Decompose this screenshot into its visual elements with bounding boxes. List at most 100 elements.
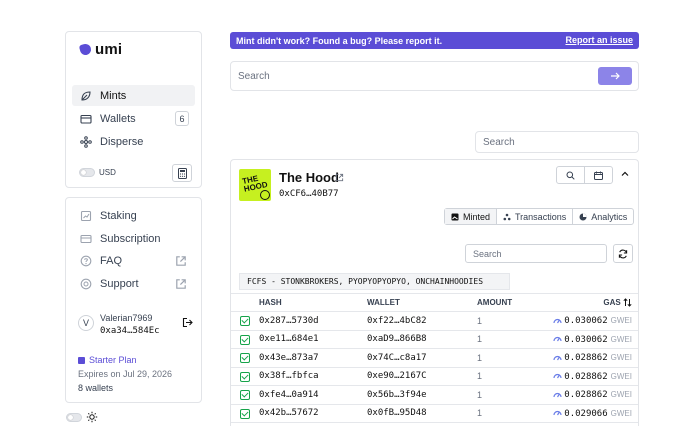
gas-column-label: GAS [603,297,621,307]
table-row[interactable]: 0x287…5730d 0xf22…4bC82 1 0.030062 GWEI [231,311,638,331]
wallet-column-header[interactable]: WALLET [367,293,477,312]
app-logo[interactable]: umi [78,41,123,58]
wallet-cell[interactable]: 0xaD9…866B8 [367,330,477,349]
sidebar-item-support[interactable]: Support [72,273,195,294]
chevron-up-icon[interactable] [620,169,630,179]
collection-filter-input[interactable]: Search [475,131,639,153]
tab-minted[interactable]: Minted [445,209,497,224]
collection-title: The Hood [279,170,339,185]
calendar-button[interactable] [584,167,612,183]
wallet-cell[interactable]: 0xf22…4bC82 [367,311,477,331]
pie-chart-icon [579,213,587,220]
gas-cell: 0.028862 GWEI [541,367,638,386]
table-row[interactable]: 0x42b…57672 0x0fB…95D48 1 0.029066 GWEI [231,404,638,423]
row-checkbox-cell[interactable] [231,385,259,405]
gas-cell: 0.030062 GWEI [541,330,638,349]
amount-cell: 1 [477,367,541,386]
wallet-cell[interactable]: 0x56b…3f94e [367,385,477,405]
minted-search-input[interactable]: Search [465,244,607,263]
disperse-icon [80,135,92,148]
check-icon[interactable] [240,371,250,382]
tab-analytics[interactable]: Analytics [572,209,633,224]
sidebar-item-label: FAQ [100,254,123,267]
hash-cell[interactable]: 0x287…5730d [259,311,367,331]
tab-label: Analytics [591,211,628,222]
sidebar-item-wallets[interactable]: Wallets 6 [72,108,195,129]
sidebar-item-subscription[interactable]: Subscription [72,228,195,249]
amount-cell: 1 [477,330,541,349]
pen-icon [260,190,270,200]
amount-cell: 1 [477,348,541,368]
wallet-cell[interactable]: 0x74C…c8a17 [367,348,477,368]
hash-cell[interactable]: 0xfe4…0a914 [259,385,367,405]
check-icon[interactable] [240,316,250,327]
sidebar-item-label: Wallets [100,112,136,125]
hash-cell[interactable]: 0x38f…fbfca [259,367,367,386]
search-placeholder: Search [238,71,270,82]
report-issue-link[interactable]: Report an issue [565,35,633,45]
hash-column-header[interactable]: HASH [259,293,367,312]
external-link-icon[interactable] [335,173,344,182]
gas-icon [553,411,562,416]
refresh-icon [618,249,628,258]
search-input[interactable]: Search [230,61,639,91]
gas-cell: 0.029066 GWEI [541,404,638,423]
table-row[interactable]: 0x43e…873a7 0x74C…c8a17 1 0.028862 GWEI [231,348,638,368]
amount-column-header[interactable]: AMOUNT [477,293,541,312]
search-button[interactable] [557,167,584,183]
refresh-button[interactable] [613,244,633,263]
table-row[interactable]: 0x38f…fbfca 0xe90…2167C 1 0.028862 GWEI [231,367,638,386]
row-checkbox-cell[interactable] [231,367,259,386]
sidebar-item-mints[interactable]: Mints [72,85,195,106]
search-submit-button[interactable] [598,67,632,85]
amount-cell: 1 [477,385,541,405]
app-name: umi [95,41,123,58]
hash-cell[interactable]: 0xe11…684e1 [259,330,367,349]
tab-transactions[interactable]: Transactions [496,209,572,224]
check-icon[interactable] [240,390,250,401]
minted-table: HASH WALLET AMOUNT GAS 0x287…5730d 0xf22…… [231,293,638,423]
currency-label: USD [99,168,116,177]
gas-icon [553,392,562,398]
sidebar-item-disperse[interactable]: Disperse [72,131,195,152]
tab-label: Transactions [515,211,567,222]
theme-toggle[interactable] [66,413,82,422]
collection-tabs: Minted Transactions Analytics [444,208,635,225]
collection-address: 0xCF6…40B77 [279,189,339,199]
check-icon[interactable] [240,334,250,345]
card-icon [80,234,92,243]
wallet-icon [80,114,92,124]
plan-link[interactable]: Starter Plan [78,355,137,365]
sidebar-item-label: Subscription [100,232,161,245]
row-checkbox-cell[interactable] [231,330,259,349]
gas-value: 0.030062 [564,316,608,327]
table-row[interactable]: 0xfe4…0a914 0x56b…3f94e 1 0.028862 GWEI [231,385,638,405]
hash-cell[interactable]: 0x43e…873a7 [259,348,367,368]
wallet-cell[interactable]: 0x0fB…95D48 [367,404,477,423]
sidebar-item-staking[interactable]: Staking [72,205,195,226]
gas-column-header[interactable]: GAS [541,293,638,312]
gas-cell: 0.028862 GWEI [541,385,638,405]
umi-logo-icon [78,42,93,57]
calculator-button[interactable] [172,164,192,182]
gas-unit: GWEI [610,371,632,381]
check-icon[interactable] [240,353,250,364]
filter-placeholder: Search [483,137,515,148]
row-checkbox-cell[interactable] [231,311,259,331]
wallet-cell[interactable]: 0xe90…2167C [367,367,477,386]
row-checkbox-cell[interactable] [231,348,259,368]
user-address: 0xa34…584Ec [100,326,160,336]
search-icon [566,171,575,180]
sidebar-item-label: Staking [100,209,137,222]
row-checkbox-cell[interactable] [231,404,259,423]
gas-unit: GWEI [610,408,632,418]
sidebar-item-faq[interactable]: FAQ [72,250,195,271]
transactions-icon [503,213,511,220]
currency-toggle[interactable] [79,168,95,177]
calendar-icon [594,171,603,180]
table-row[interactable]: 0xe11…684e1 0xaD9…866B8 1 0.030062 GWEI [231,330,638,349]
phase-filter-chip[interactable]: FCFS - STONKBROKERS, PYOPYOPYOPYO, ONCHA… [239,273,510,290]
hash-cell[interactable]: 0x42b…57672 [259,404,367,423]
logout-icon[interactable] [182,317,193,328]
check-icon[interactable] [240,408,250,419]
